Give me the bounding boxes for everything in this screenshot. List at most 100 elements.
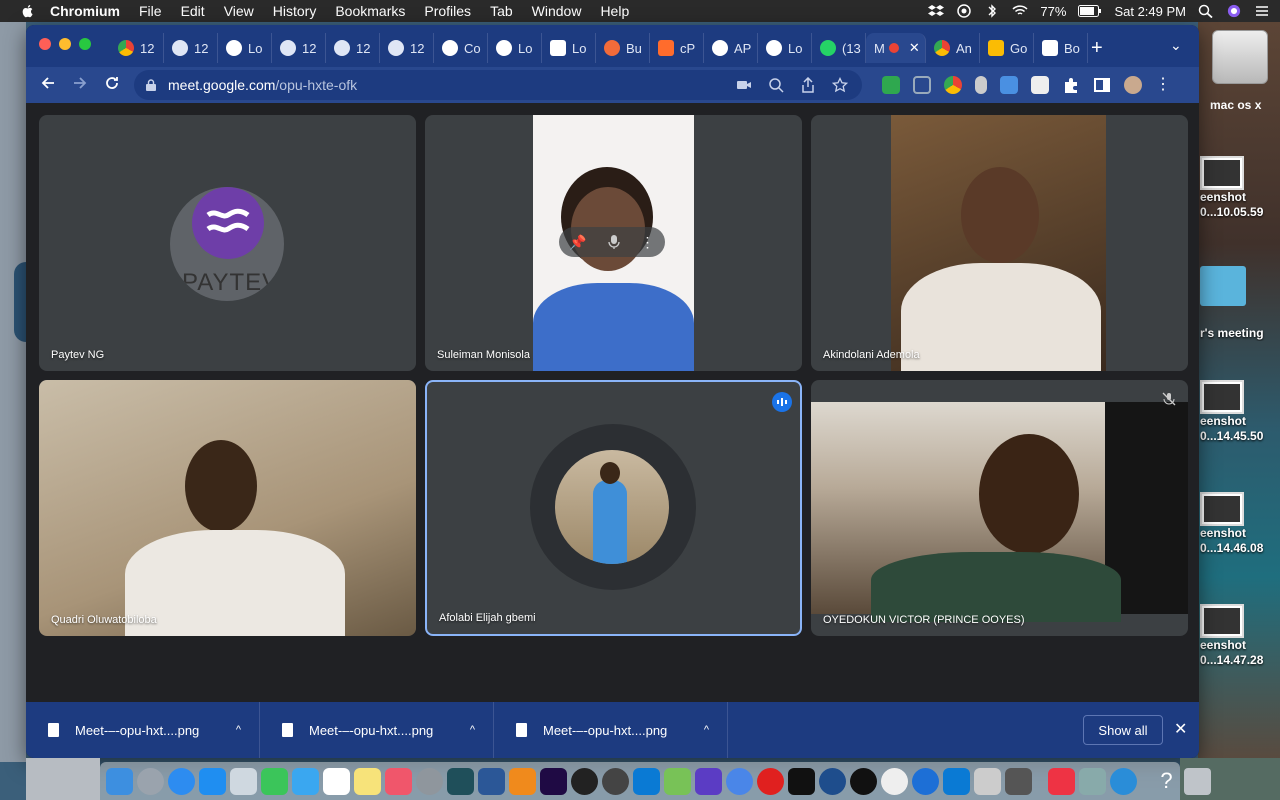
- fullscreen-window-button[interactable]: [79, 38, 91, 50]
- bluetooth-icon[interactable]: [984, 4, 1000, 18]
- pin-icon[interactable]: 📌: [569, 234, 586, 251]
- show-all-downloads-button[interactable]: Show all: [1083, 715, 1163, 745]
- finder-icon[interactable]: [106, 767, 133, 795]
- screenshot-extension-icon[interactable]: [1031, 76, 1049, 94]
- desktop-file-meeting[interactable]: r's meeting: [1200, 326, 1280, 341]
- obs-icon[interactable]: [571, 767, 598, 795]
- menu-bookmarks[interactable]: Bookmarks: [335, 3, 405, 19]
- more-options-icon[interactable]: ⋮: [641, 234, 655, 251]
- zoom-icon[interactable]: [768, 77, 784, 93]
- dropbox-icon[interactable]: [928, 4, 945, 18]
- downloads-stack-icon[interactable]: [1079, 767, 1106, 795]
- wifi-icon[interactable]: [1012, 4, 1028, 18]
- chevron-up-icon[interactable]: ^: [470, 724, 475, 736]
- close-icon[interactable]: ✕: [1174, 719, 1187, 739]
- participant-tile-akindolani[interactable]: Akindolani Ademola: [811, 115, 1188, 371]
- reminders-icon[interactable]: [323, 767, 350, 795]
- tab-8[interactable]: Lo: [488, 33, 542, 63]
- premiere-icon[interactable]: [540, 767, 567, 795]
- teamviewer-icon[interactable]: [912, 767, 939, 795]
- vscode-icon[interactable]: [633, 767, 660, 795]
- download-item[interactable]: Meet-–-opu-hxt....png ^: [260, 702, 494, 758]
- stack-icon[interactable]: [1048, 767, 1075, 795]
- participant-tile-afolabi[interactable]: Afolabi Elijah gbemi: [425, 380, 802, 636]
- battery-icon[interactable]: [1078, 4, 1102, 18]
- folder-icon[interactable]: [1200, 266, 1246, 306]
- menu-view[interactable]: View: [224, 3, 254, 19]
- tab-11[interactable]: cP: [650, 33, 704, 63]
- tab-google-meet-active[interactable]: M ✕: [866, 33, 926, 63]
- trash-icon[interactable]: [1184, 767, 1211, 795]
- opera-icon[interactable]: [757, 767, 784, 795]
- archive-icon[interactable]: [974, 767, 1001, 795]
- weather-icon[interactable]: [292, 767, 319, 795]
- reload-icon[interactable]: [104, 75, 120, 91]
- desktop-file-screenshot-1[interactable]: eenshot 0...10.05.59: [1200, 156, 1280, 220]
- new-tab-button[interactable]: +: [1091, 37, 1103, 60]
- profile-avatar[interactable]: [1124, 76, 1142, 94]
- browser-menu-icon[interactable]: ⋮: [1155, 76, 1171, 94]
- chevron-up-icon[interactable]: ^: [236, 724, 241, 736]
- w-app-icon[interactable]: [881, 767, 908, 795]
- back-arrow-icon[interactable]: [40, 75, 56, 91]
- tab-5[interactable]: 12: [326, 33, 380, 63]
- forward-arrow-icon[interactable]: [72, 75, 88, 91]
- menu-help[interactable]: Help: [600, 3, 629, 19]
- tab-3[interactable]: Lo: [218, 33, 272, 63]
- chevron-up-icon[interactable]: ^: [704, 724, 709, 736]
- address-bar[interactable]: meet.google.com/opu-hxte-ofk: [134, 70, 862, 100]
- side-panel-icon[interactable]: [1093, 76, 1111, 94]
- tab-6[interactable]: 12: [380, 33, 434, 63]
- facetime-icon[interactable]: [261, 767, 288, 795]
- participant-tile-suleiman[interactable]: 📌 ⋮ Suleiman Monisola: [425, 115, 802, 371]
- video-app-icon[interactable]: [695, 767, 722, 795]
- app-store-icon[interactable]: [199, 767, 226, 795]
- puzzle-extensions-icon[interactable]: [1062, 76, 1080, 94]
- mouse-extension-icon[interactable]: [975, 76, 987, 94]
- vscode-insiders-icon[interactable]: [943, 767, 970, 795]
- vlc-icon[interactable]: [509, 767, 536, 795]
- network-icon[interactable]: [819, 767, 846, 795]
- tab-1[interactable]: 12: [110, 33, 164, 63]
- safari-icon[interactable]: [168, 767, 195, 795]
- download-item[interactable]: Meet-–-opu-hxt....png ^: [494, 702, 728, 758]
- desktop-file-screenshot-4[interactable]: eenshot 0...14.47.28: [1200, 604, 1280, 668]
- camera-in-use-icon[interactable]: [736, 77, 752, 93]
- hard-drive-icon[interactable]: [1212, 30, 1268, 84]
- tab-2[interactable]: 12: [164, 33, 218, 63]
- participant-tile-quadri[interactable]: Quadri Oluwatobiloba: [39, 380, 416, 636]
- tab-7[interactable]: Co: [434, 33, 488, 63]
- tab-4[interactable]: 12: [272, 33, 326, 63]
- help-icon[interactable]: ?: [1153, 768, 1180, 795]
- screen-recorder-icon[interactable]: [1110, 767, 1137, 795]
- close-tab-icon[interactable]: ✕: [909, 40, 920, 56]
- menubar-clock[interactable]: Sat 2:49 PM: [1114, 4, 1186, 19]
- preview-icon[interactable]: [230, 767, 257, 795]
- launchpad-icon[interactable]: [137, 767, 164, 795]
- tab-search-chevron-icon[interactable]: ⌄: [1170, 37, 1182, 54]
- app-icon[interactable]: [1005, 767, 1032, 795]
- tab-10[interactable]: Bu: [596, 33, 650, 63]
- menu-history[interactable]: History: [273, 3, 317, 19]
- chromium-icon[interactable]: [726, 767, 753, 795]
- menu-edit[interactable]: Edit: [181, 3, 205, 19]
- participant-tile-paytev[interactable]: PAYTEV Paytev NG: [39, 115, 416, 371]
- tab-18[interactable]: Bo: [1034, 33, 1088, 63]
- bookmark-star-icon[interactable]: [832, 77, 848, 93]
- p-extension-icon[interactable]: [1000, 76, 1018, 94]
- word-icon[interactable]: [478, 767, 505, 795]
- participant-tile-oyedokun[interactable]: OYEDOKUN VICTOR (PRINCE OOYES): [811, 380, 1188, 636]
- music-icon[interactable]: [385, 767, 412, 795]
- share-icon[interactable]: [800, 77, 816, 93]
- android-studio-icon[interactable]: [664, 767, 691, 795]
- screen-record-icon[interactable]: [956, 4, 972, 18]
- menu-app-name[interactable]: Chromium: [50, 3, 120, 19]
- menu-profiles[interactable]: Profiles: [424, 3, 471, 19]
- tab-9[interactable]: Lo: [542, 33, 596, 63]
- notes-icon[interactable]: [354, 767, 381, 795]
- control-center-icon[interactable]: [1254, 4, 1270, 18]
- lock-icon[interactable]: [146, 79, 156, 91]
- tab-12[interactable]: AP: [704, 33, 758, 63]
- filmora-icon[interactable]: [447, 767, 474, 795]
- menu-file[interactable]: File: [139, 3, 162, 19]
